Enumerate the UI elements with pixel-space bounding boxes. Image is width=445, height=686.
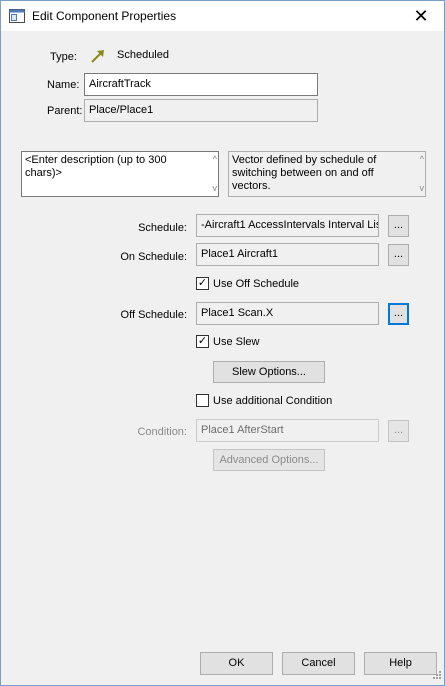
arrow-up-right-icon [90, 48, 106, 67]
use-slew-label[interactable]: Use Slew [213, 336, 259, 348]
type-label: Type: [50, 51, 77, 63]
condition-browse-button[interactable]: ... [388, 420, 409, 442]
off-schedule-value: Place1 Scan.X [196, 302, 379, 325]
type-value: Scheduled [112, 46, 317, 68]
off-schedule-browse-button[interactable]: ... [388, 303, 409, 325]
name-label: Name: [47, 79, 80, 91]
close-icon: ✕ [413, 6, 429, 26]
off-schedule-label: Off Schedule: [120, 309, 187, 321]
condition-value: Place1 AfterStart [196, 419, 379, 442]
window-title: Edit Component Properties [32, 9, 177, 23]
window-properties-icon [9, 9, 25, 23]
use-off-schedule-checkbox[interactable]: ✓ [196, 277, 209, 290]
use-condition-label[interactable]: Use additional Condition [213, 395, 332, 407]
edit-component-properties-dialog: Edit Component Properties ✕ Type: Schedu… [0, 0, 445, 686]
slew-options-button[interactable]: Slew Options... [213, 361, 325, 383]
description-placeholder: <Enter description (up to 300 chars)> [25, 154, 167, 179]
ok-button[interactable]: OK [200, 652, 273, 675]
condition-label: Condition: [137, 426, 187, 438]
help-button[interactable]: Help [364, 652, 437, 675]
scroll-up-icon[interactable]: ^ [420, 153, 424, 166]
on-schedule-browse-button[interactable]: ... [388, 244, 409, 266]
on-schedule-value: Place1 Aircraft1 [196, 243, 379, 266]
scroll-down-icon[interactable]: v [213, 182, 218, 195]
use-slew-checkbox[interactable]: ✓ [196, 335, 209, 348]
type-description-textarea: Vector defined by schedule of switching … [228, 151, 426, 197]
checkmark-icon: ✓ [197, 335, 208, 347]
schedule-browse-button[interactable]: ... [388, 215, 409, 237]
close-button[interactable]: ✕ [398, 1, 444, 31]
scroll-down-icon[interactable]: v [420, 182, 425, 195]
on-schedule-label: On Schedule: [120, 251, 187, 263]
cancel-button[interactable]: Cancel [282, 652, 355, 675]
parent-value: Place/Place1 [84, 99, 318, 122]
title-bar: Edit Component Properties ✕ [1, 1, 444, 31]
scroll-up-icon[interactable]: ^ [213, 153, 217, 166]
schedule-label: Schedule: [138, 222, 187, 234]
parent-label: Parent: [47, 105, 83, 117]
type-description-text: Vector defined by schedule of switching … [232, 154, 377, 192]
use-off-schedule-label[interactable]: Use Off Schedule [213, 278, 299, 290]
schedule-value: -Aircraft1 AccessIntervals Interval List [196, 214, 379, 237]
advanced-options-button[interactable]: Advanced Options... [213, 449, 325, 471]
checkmark-icon: ✓ [197, 277, 208, 289]
name-input[interactable]: AircraftTrack [84, 73, 318, 96]
use-condition-checkbox[interactable] [196, 394, 209, 407]
description-textarea[interactable]: <Enter description (up to 300 chars)> ^ … [21, 151, 219, 197]
resize-grip-icon[interactable] [432, 670, 442, 683]
